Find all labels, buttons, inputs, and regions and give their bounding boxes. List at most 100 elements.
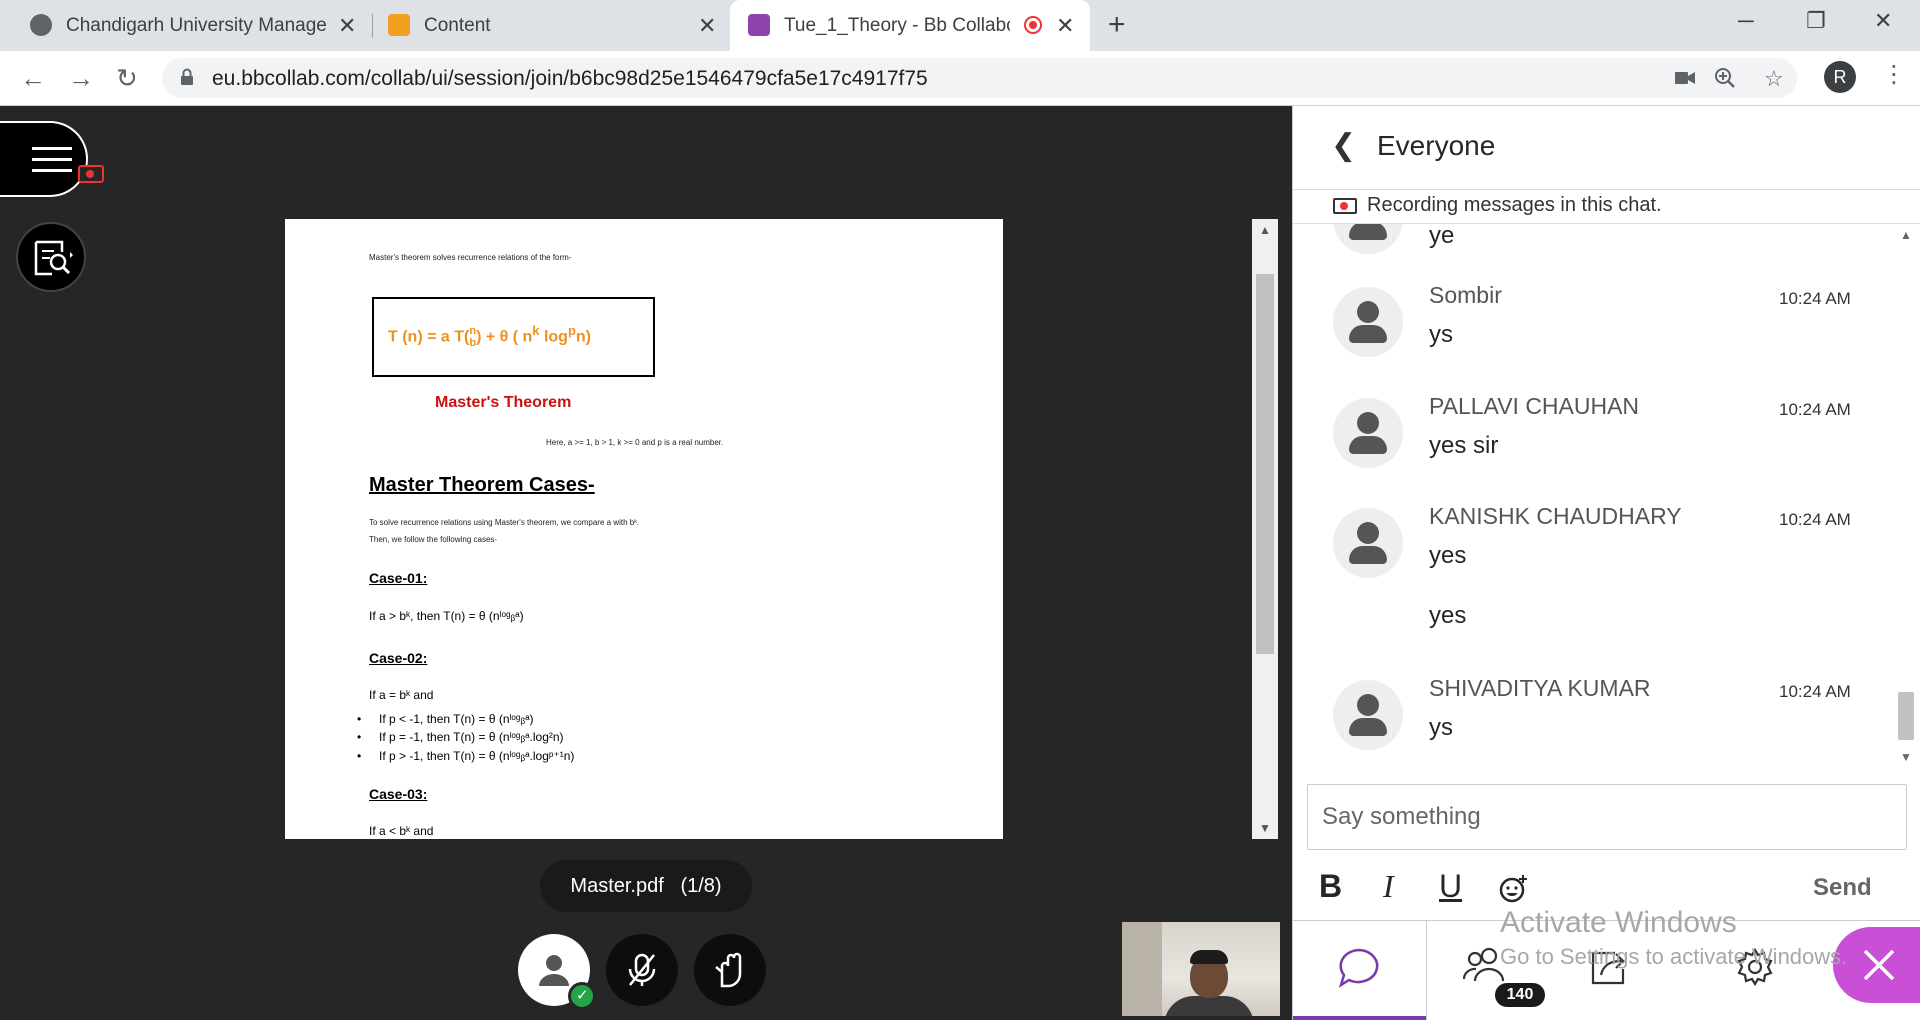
recording-note-text: Recording messages in this chat. [1367, 194, 1662, 216]
new-tab-button[interactable]: + [1108, 8, 1126, 42]
browser-tab-bar: Chandigarh University Management ✕ Conte… [0, 0, 1920, 51]
microphone-muted-icon [628, 953, 656, 986]
address-bar: ← → ↻ eu.bbcollab.com/collab/ui/session/… [0, 51, 1920, 106]
forward-arrow-icon[interactable]: → [68, 63, 94, 94]
theorem-caption: Master's Theorem [435, 394, 572, 411]
pencil-icon [388, 14, 410, 36]
message-list[interactable]: ye Sombir 10:24 AM ys PALLAVI CHAUHAN 10… [1293, 224, 1893, 766]
message-text: ys [1429, 321, 1453, 348]
tab-close-icon[interactable]: ✕ [698, 13, 716, 39]
presenter-video[interactable] [1122, 922, 1280, 1016]
session-menu-button[interactable] [0, 121, 88, 197]
doc-conditions: Here, a >= 1, b > 1, k >= 0 and p is a r… [546, 438, 724, 447]
scroll-up-icon[interactable]: ▲ [1900, 228, 1912, 242]
shared-document[interactable]: Master's theorem solves recurrence relat… [285, 219, 1003, 839]
tab-close-icon[interactable]: ✕ [1056, 13, 1074, 39]
scroll-up-icon[interactable]: ▲ [1259, 223, 1271, 237]
chat-bubble-icon [1338, 948, 1379, 988]
url-text: eu.bbcollab.com/collab/ui/session/join/b… [212, 67, 928, 90]
divider [1293, 189, 1920, 190]
tab-chat[interactable] [1293, 921, 1427, 1020]
chat-composer [1307, 784, 1907, 850]
avatar [1333, 508, 1403, 578]
case2-bullet: If p < -1, then T(n) = θ (nˡᵒᵍᵦᵃ) [357, 712, 534, 726]
document-scrollbar[interactable]: ▲ ▼ [1252, 219, 1278, 839]
file-page: (1/8) [680, 875, 722, 897]
message-time: 10:24 AM [1779, 510, 1851, 529]
italic-button[interactable]: I [1383, 868, 1394, 905]
message-input[interactable] [1308, 785, 1906, 849]
message-author: KANISHK CHAUDHARY [1429, 503, 1682, 529]
scroll-down-icon[interactable]: ▼ [1259, 821, 1271, 835]
browser-menu-icon[interactable]: ⋮ [1882, 60, 1906, 89]
case2-bullet: If p > -1, then T(n) = θ (nˡᵒᵍᵦᵃ.logᵖ⁺¹n… [357, 749, 574, 763]
cases-heading: Master Theorem Cases- [369, 474, 595, 496]
chat-panel: ❮ Everyone Recording messages in this ch… [1292, 106, 1920, 1020]
back-arrow-icon[interactable]: ← [20, 63, 46, 94]
url-field[interactable]: eu.bbcollab.com/collab/ui/session/join/b… [162, 58, 1797, 98]
window-close-button[interactable]: ✕ [1874, 8, 1892, 34]
scroll-thumb[interactable] [1898, 692, 1914, 740]
microphone-button[interactable] [606, 934, 678, 1006]
emoji-icon[interactable] [1498, 874, 1528, 904]
scroll-down-icon[interactable]: ▼ [1900, 750, 1912, 764]
tab-collaborate[interactable]: Tue_1_Theory - Bb Collaborate ✕ [730, 0, 1090, 51]
case1-heading: Case-01: [369, 570, 428, 586]
back-chevron-icon[interactable]: ❮ [1331, 128, 1356, 163]
status-check-icon [568, 982, 596, 1010]
master-formula: T (n) = a T(n b) + θ ( nk logpn) [388, 323, 591, 350]
restore-button[interactable]: ❐ [1806, 8, 1826, 34]
message-author: Sombir [1429, 282, 1502, 308]
recording-icon [1024, 16, 1042, 34]
user-avatar-icon [539, 955, 569, 986]
content-search-button[interactable] [16, 222, 86, 292]
doc-intro: Master's theorem solves recurrence relat… [369, 253, 572, 262]
file-name: Master.pdf [570, 875, 664, 897]
attendee-count-badge: 140 [1495, 983, 1545, 1007]
raise-hand-button[interactable] [694, 934, 766, 1006]
scroll-thumb[interactable] [1256, 274, 1274, 654]
message-text: yes [1429, 602, 1467, 629]
minimize-button[interactable]: ─ [1738, 8, 1754, 34]
reload-icon[interactable]: ↻ [116, 63, 138, 94]
underline-button[interactable]: U [1439, 868, 1462, 905]
avatar [1333, 398, 1403, 468]
recording-note: Recording messages in this chat. [1333, 194, 1662, 217]
case2-bullet: If p = -1, then T(n) = θ (nˡᵒᵍᵦᵃ.log²n) [357, 730, 564, 744]
case2-text: If a = bᵏ and [369, 688, 434, 702]
bold-button[interactable]: B [1319, 868, 1342, 905]
file-indicator[interactable]: Master.pdf (1/8) [540, 860, 752, 912]
tab-title: Chandigarh University Management [66, 14, 328, 36]
message-time: 10:24 AM [1779, 400, 1851, 419]
tab-separator [372, 14, 373, 38]
case1-text: If a > bᵏ, then T(n) = θ (nˡᵒᵍᵦᵃ) [369, 609, 524, 623]
close-panel-button[interactable] [1833, 927, 1920, 1003]
cases-intro-1: To solve recurrence relations using Mast… [369, 518, 640, 527]
share-icon [1591, 951, 1625, 985]
profile-avatar[interactable]: R [1824, 61, 1856, 93]
tab-close-icon[interactable]: ✕ [338, 13, 356, 39]
send-button[interactable]: Send [1813, 874, 1872, 902]
panel-tabs: 140 [1293, 920, 1920, 1020]
camera-icon[interactable] [1674, 70, 1696, 86]
gear-icon [1737, 947, 1773, 987]
bookmark-star-icon[interactable]: ☆ [1764, 66, 1784, 92]
collaborate-stage: Master's theorem solves recurrence relat… [0, 106, 1292, 1020]
message-author: PALLAVI CHAUHAN [1429, 393, 1640, 419]
chat-scrollbar[interactable]: ▲ ▼ [1893, 224, 1919, 766]
chat-title: Everyone [1377, 130, 1496, 161]
recording-icon [1333, 197, 1357, 214]
zoom-icon[interactable] [1714, 67, 1736, 89]
message-text: ys [1429, 714, 1453, 741]
tab-share-content[interactable] [1559, 921, 1691, 1020]
tab-content[interactable]: Content ✕ [374, 0, 724, 51]
formula-box: T (n) = a T(n b) + θ ( nk logpn) [372, 297, 655, 377]
message-text: yes sir [1429, 432, 1499, 459]
avatar [1333, 224, 1403, 254]
cases-intro-2: Then, we follow the following cases- [369, 535, 498, 544]
tab-chandigarh-university[interactable]: Chandigarh University Management ✕ [14, 0, 364, 51]
hamburger-icon [32, 147, 72, 180]
tab-settings[interactable] [1691, 921, 1823, 1020]
avatar [1333, 287, 1403, 357]
close-icon [1863, 949, 1895, 981]
